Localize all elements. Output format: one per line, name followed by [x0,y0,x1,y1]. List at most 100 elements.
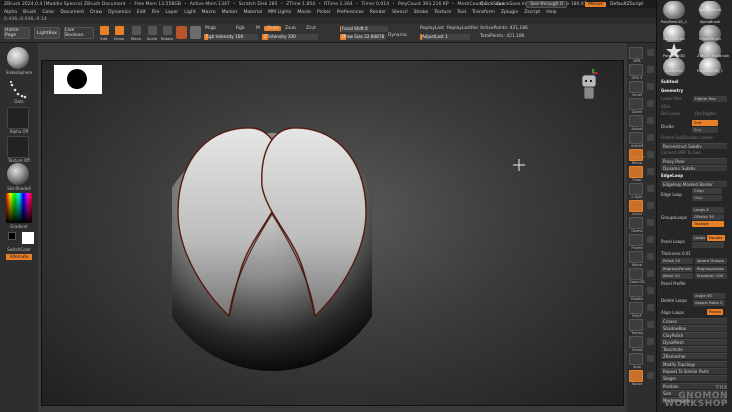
menu-zscript[interactable]: Zscript [524,10,540,15]
double-toggle[interactable]: Double [707,235,725,241]
zremesher-section[interactable]: ZRemesher [661,353,727,359]
ignore-groups-toggle[interactable]: Ignore Groups [695,258,727,264]
proxy-pose-section[interactable]: Proxy Pose [661,158,727,164]
crease-section[interactable]: Crease [661,318,727,324]
sphere3d-thumb-icon[interactable] [663,58,685,76]
tool-edit[interactable]: Edit [97,25,111,42]
default-zscript-button[interactable]: DefaultZScript [610,2,643,7]
menu-edit[interactable]: Edit [137,10,146,15]
menus-button[interactable]: Menus [584,2,606,7]
tool-scale[interactable]: Scale [145,25,159,42]
edgeloop-masked-border-button[interactable]: Edgeloop Masked Border [661,181,727,187]
menu-texture[interactable]: Texture [434,10,451,15]
panel-loops-extra-slider[interactable] [692,242,724,248]
shelf-side-toggle[interactable] [647,100,654,107]
groups-loops-button[interactable]: GroupsLoops [661,215,691,221]
del-higher-button[interactable]: Del Higher [695,111,725,117]
shelf-side-toggle[interactable] [647,304,654,311]
dynamesh-section[interactable]: DynaMesh [661,339,727,345]
shelf-ghost-button[interactable] [629,336,643,348]
shelf-side-toggle[interactable] [647,185,654,192]
convert-bpr-to-geo-button[interactable]: Convert BPR To Geo [661,150,727,156]
rgb-intensity-slider[interactable]: Rgb Intensity 100 [204,34,258,40]
disp-slider[interactable]: Disp [692,195,722,201]
focal-shift-slider[interactable]: Focal Shift 0 [340,26,388,32]
suv-toggle[interactable]: Suv [692,127,718,133]
home-page-button[interactable]: Home Page [4,27,30,39]
divide-button[interactable]: Divide [661,124,689,130]
dynamic-button[interactable]: Dynamic [388,33,407,38]
edge-loop-button[interactable]: Edge Loop [661,192,689,198]
color-picker-icon[interactable] [6,193,32,223]
menu-tool[interactable]: Tool [457,10,466,15]
loops-slider[interactable]: Loops 4 [692,207,724,213]
tool-draw[interactable]: Draw [112,25,126,42]
shelf-actual-button[interactable] [629,115,643,127]
replay-last-button[interactable]: ReplayLast [420,26,444,31]
shelf-side-toggle[interactable] [647,66,654,73]
shadowbox-section[interactable]: ShadowBox [661,325,727,331]
angle-slider[interactable]: Angle 45 [693,293,725,299]
adjust-last-slider[interactable]: AdjustLast 1 [420,34,470,40]
zadd-button[interactable]: Zadd [264,26,282,31]
draw-size-slider[interactable]: Draw Size 22.84878 [340,34,386,40]
shelf-move-button[interactable] [629,251,643,263]
menu-transform[interactable]: Transform [472,10,495,15]
regroup-loops-toggle[interactable]: RegroupLoops [695,266,727,272]
menu-light[interactable]: Light [184,10,195,15]
polymesh-thumb-icon[interactable] [663,1,685,19]
shelf-local-button[interactable] [629,200,643,212]
thickness-slider[interactable]: Thickness 0.01 [661,251,727,257]
sdiv-slider[interactable]: SDiv [661,104,679,110]
shelf-side-toggle[interactable] [647,372,654,379]
shelf-side-toggle[interactable] [647,219,654,226]
menu-brush[interactable]: Brush [23,10,36,15]
menu-macro[interactable]: Macro [202,10,216,15]
tessimate-section[interactable]: Tessimate [661,346,727,352]
switch-color-button[interactable]: SwitchColor [0,247,38,252]
material-sphere-icon[interactable] [7,163,29,185]
brush-sphere-icon[interactable] [7,47,29,69]
loops-toggle[interactable]: Loops [692,235,706,241]
shelf-zoom3d-button[interactable] [629,268,643,280]
crisp-toggle[interactable]: Crisp [692,188,722,194]
live-boolean-button[interactable]: Live Boolean [64,27,94,39]
shelf-l-sym-button[interactable] [629,183,643,195]
lower-res-button[interactable]: Lower Res [661,96,691,102]
shelf-floor-button[interactable] [629,166,643,178]
z-intensity-slider[interactable]: Z Intensity 100 [262,34,318,40]
alternate-button[interactable]: Alternate [6,254,32,260]
secondary-color-swatch[interactable] [22,232,34,244]
shelf-side-toggle[interactable] [647,338,654,345]
smt-toggle[interactable]: Smt [692,120,718,126]
higher-res-button[interactable]: Higher Res [693,96,727,102]
menu-preferences[interactable]: Preferences [337,10,364,15]
reconstruct-subdiv-button[interactable]: Reconstruct Subdiv [661,143,727,149]
shelf-scroll-button[interactable] [629,81,643,93]
delete-loops-button[interactable]: Delete Loops [661,298,691,304]
partial-toggle[interactable]: Partial [707,309,723,315]
see-through-slider[interactable]: See-through 0 [526,1,567,8]
shelf-side-toggle[interactable] [647,253,654,260]
repeat-to-similar-parts-section[interactable]: Repeat To Similar Parts [661,368,727,374]
shelf-polyf-button[interactable] [629,302,643,314]
m-button[interactable]: M [256,26,260,31]
freeze-subdivision-levels-button[interactable]: Freeze SubDivision Levels [661,135,727,141]
quicksave-button[interactable]: QuickSave [480,2,504,7]
shelf-side-toggle[interactable] [647,168,654,175]
shelf-zoom-button[interactable] [629,98,643,110]
material-swatch[interactable] [176,26,187,39]
regroup-panels-toggle[interactable]: RegroupPanels [661,266,693,272]
shelf-gizmo-button[interactable] [629,217,643,229]
shelf-frame-button[interactable] [629,234,643,246]
aspect-ratio-slider[interactable]: Aspect Ratio 2 [693,300,725,306]
subtool-section[interactable]: Subtool [661,79,727,85]
tool-move[interactable]: Move [129,25,143,42]
nav-cube-icon[interactable] [579,69,599,103]
polish-slider[interactable]: Polish 10 [661,258,693,264]
menu-movie[interactable]: Movie [297,10,311,15]
shelf-side-toggle[interactable] [647,287,654,294]
color-swatch[interactable] [190,26,201,39]
shelf-aahalf-button[interactable] [629,132,643,144]
shelf-side-toggle[interactable] [647,202,654,209]
